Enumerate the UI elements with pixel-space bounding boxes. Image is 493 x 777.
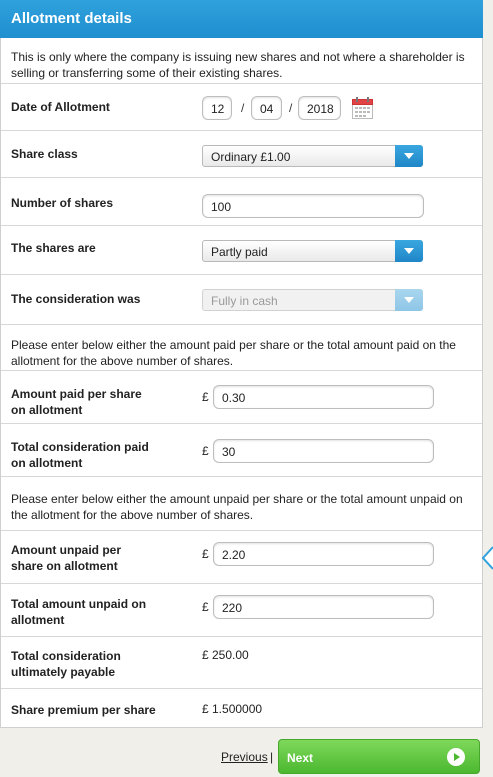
paid-note: Please enter below either the amount pai… (11, 338, 456, 368)
number-of-shares-field[interactable]: 100 (202, 194, 424, 218)
amount-unpaid-per-share-field[interactable]: 2.20 (213, 542, 434, 566)
consideration-label: The consideration was (11, 292, 141, 306)
month-field[interactable]: 04 (251, 96, 282, 120)
label-line: Amount unpaid per (11, 543, 121, 557)
intro-note-row: This is only where the company is issuin… (1, 38, 482, 84)
chevron-down-icon[interactable] (395, 145, 423, 167)
consideration-select: Fully in cash (202, 289, 423, 311)
section-header: Allotment details (0, 0, 483, 38)
consideration-row: The consideration was Fully in cash (1, 275, 482, 325)
amount-paid-per-share-row: Amount paid per share on allotment £ 0.3… (1, 371, 482, 424)
label-line: Amount paid per share (11, 387, 142, 401)
day-field[interactable]: 12 (202, 96, 232, 120)
label-line: Total consideration paid (11, 440, 149, 454)
share-class-selected: Ordinary £1.00 (211, 150, 291, 164)
year-field[interactable]: 2018 (298, 96, 341, 120)
share-class-row: Share class Ordinary £1.00 (1, 131, 482, 178)
share-premium-label: Share premium per share (11, 703, 156, 717)
date-of-allotment-row: Date of Allotment 12 / 04 / 2018 (1, 84, 482, 131)
total-amount-unpaid-row: Total amount unpaid on allotment £ 220 (1, 584, 482, 637)
currency-symbol: £ (202, 600, 209, 614)
label-line: Total consideration (11, 649, 121, 663)
share-premium-row: Share premium per share £ 1.500000 (1, 689, 482, 728)
currency-symbol: £ (202, 390, 209, 404)
label-line: allotment (11, 613, 65, 627)
allotment-panel: This is only where the company is issuin… (0, 38, 483, 728)
unpaid-note-row: Please enter below either the amount unp… (1, 477, 482, 531)
date-of-allotment-label: Date of Allotment (11, 100, 110, 114)
side-panel-tab-icon[interactable] (481, 546, 493, 570)
calendar-icon[interactable] (352, 97, 373, 119)
label-line: ultimately payable (11, 665, 116, 679)
currency-symbol: £ (202, 547, 209, 561)
label-line: on allotment (11, 456, 83, 470)
paid-note-row: Please enter below either the amount pai… (1, 325, 482, 371)
number-of-shares-label: Number of shares (11, 196, 114, 210)
arrow-right-icon (447, 748, 465, 766)
amount-unpaid-per-share-row: Amount unpaid per share on allotment £ 2… (1, 531, 482, 584)
unpaid-note: Please enter below either the amount unp… (11, 492, 463, 522)
currency-symbol: £ (202, 444, 209, 458)
shares-are-select[interactable]: Partly paid (202, 240, 423, 262)
consideration-selected: Fully in cash (211, 294, 278, 308)
total-consideration-paid-label: Total consideration paid on allotment (11, 439, 149, 471)
total-consideration-payable-value: £ 250.00 (202, 648, 249, 662)
chevron-down-icon (395, 289, 423, 311)
total-consideration-paid-row: Total consideration paid on allotment £ … (1, 424, 482, 477)
shares-are-selected: Partly paid (211, 245, 268, 259)
intro-note: This is only where the company is issuin… (11, 50, 465, 80)
amount-unpaid-per-share-label: Amount unpaid per share on allotment (11, 542, 121, 574)
chevron-down-icon[interactable] (395, 240, 423, 262)
shares-are-label: The shares are (11, 241, 96, 255)
shares-are-row: The shares are Partly paid (1, 226, 482, 275)
date-separator: / (241, 101, 245, 115)
next-label: Next (287, 751, 314, 765)
total-amount-unpaid-field[interactable]: 220 (213, 595, 434, 619)
total-amount-unpaid-label: Total amount unpaid on allotment (11, 596, 146, 628)
amount-paid-per-share-label: Amount paid per share on allotment (11, 386, 142, 418)
label-line: share on allotment (11, 559, 118, 573)
amount-paid-per-share-field[interactable]: 0.30 (213, 385, 434, 409)
footer-separator: | (270, 750, 274, 764)
share-class-select[interactable]: Ordinary £1.00 (202, 145, 423, 167)
total-consideration-paid-field[interactable]: 30 (213, 439, 434, 463)
previous-link[interactable]: Previous (221, 750, 268, 764)
number-of-shares-row: Number of shares 100 (1, 178, 482, 226)
share-premium-value: £ 1.500000 (202, 702, 263, 716)
date-separator: / (289, 101, 293, 115)
label-line: on allotment (11, 403, 83, 417)
section-title: Allotment details (11, 10, 132, 27)
next-button[interactable]: Next (278, 739, 480, 774)
total-consideration-payable-row: Total consideration ultimately payable £… (1, 637, 482, 689)
share-class-label: Share class (11, 147, 78, 161)
label-line: Total amount unpaid on (11, 597, 147, 611)
total-consideration-payable-label: Total consideration ultimately payable (11, 648, 121, 680)
